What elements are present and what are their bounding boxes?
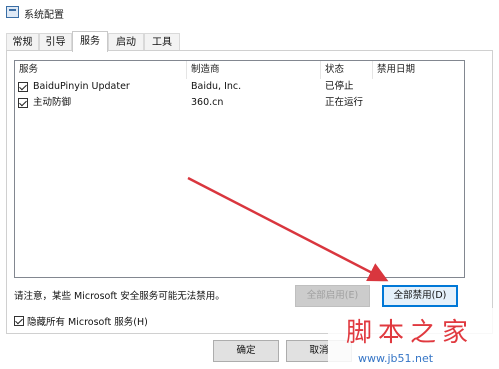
ok-button[interactable]: 确定 xyxy=(213,340,279,362)
service-name: 主动防御 xyxy=(33,97,72,108)
watermark-title: 脚本之家 xyxy=(346,318,475,348)
service-name: BaiduPinyin Updater xyxy=(33,81,130,92)
column-header-manufacturer[interactable]: 制造商 xyxy=(187,61,321,79)
service-checkbox[interactable] xyxy=(18,82,28,92)
hide-microsoft-label: 隐藏所有 Microsoft 服务(H) xyxy=(27,317,148,328)
service-status: 已停止 xyxy=(325,81,354,92)
tab-boot[interactable]: 引导 xyxy=(39,33,72,50)
site-watermark: 脚本之家 www.jb51.net xyxy=(328,308,499,369)
system-config-icon xyxy=(6,6,19,18)
service-checkbox[interactable] xyxy=(18,98,28,108)
column-header-status[interactable]: 状态 xyxy=(321,61,373,79)
service-disabled-date xyxy=(373,79,464,95)
watermark-url: www.jb51.net xyxy=(358,352,434,365)
disable-all-button[interactable]: 全部禁用(D) xyxy=(382,285,458,307)
security-note: 请注意，某些 Microsoft 安全服务可能无法禁用。 xyxy=(14,291,225,302)
tab-general[interactable]: 常规 xyxy=(6,33,39,50)
tab-startup[interactable]: 启动 xyxy=(108,33,144,50)
table-row[interactable]: BaiduPinyin Updater Baidu, Inc. 已停止 xyxy=(15,79,464,95)
tab-services[interactable]: 服务 xyxy=(72,31,108,52)
services-list[interactable]: 服务 制造商 状态 禁用日期 BaiduPinyin Updater Baidu… xyxy=(14,60,465,278)
hide-microsoft-checkbox[interactable] xyxy=(14,316,24,326)
column-header-service[interactable]: 服务 xyxy=(15,61,187,79)
service-disabled-date xyxy=(373,95,464,111)
column-header-disabled-date[interactable]: 禁用日期 xyxy=(373,61,464,79)
service-status: 正在运行 xyxy=(325,97,364,108)
table-row[interactable]: 主动防御 360.cn 正在运行 xyxy=(15,95,464,111)
tab-tools[interactable]: 工具 xyxy=(144,33,180,50)
list-header: 服务 制造商 状态 禁用日期 xyxy=(15,61,464,79)
service-manufacturer: Baidu, Inc. xyxy=(191,81,242,92)
enable-all-button[interactable]: 全部启用(E) xyxy=(295,285,370,307)
title-bar: 系统配置 xyxy=(0,0,499,26)
service-manufacturer: 360.cn xyxy=(191,97,224,108)
window-title: 系统配置 xyxy=(24,10,64,21)
